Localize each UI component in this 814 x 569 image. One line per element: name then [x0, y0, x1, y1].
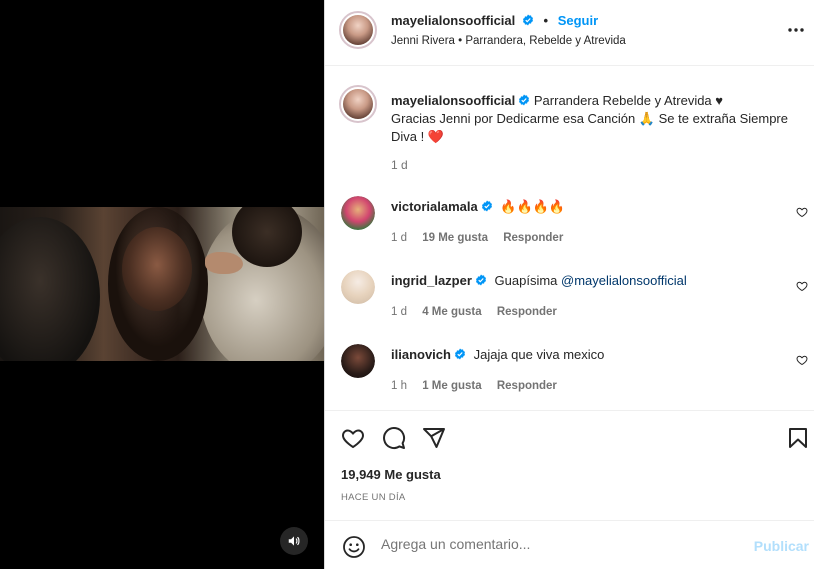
audio-toggle-button[interactable] — [280, 527, 308, 555]
caption-username[interactable]: mayelialonsoofficial — [391, 93, 515, 108]
mention-link[interactable]: @mayelialonsoofficial — [561, 273, 687, 288]
comment-meta: 1 h 1 Me gusta Responder — [391, 380, 557, 392]
comment-row: ilianovich Jajaja que viva mexico — [391, 347, 604, 362]
comment-likes[interactable]: 4 Me gusta — [422, 306, 481, 318]
share-send-icon[interactable] — [422, 426, 446, 450]
comment-time[interactable]: 1 d — [391, 306, 407, 318]
comment-bubble-icon[interactable] — [382, 426, 406, 450]
comment-username[interactable]: ilianovich — [391, 347, 451, 362]
comment-username[interactable]: victorialamala — [391, 199, 478, 214]
comment-like-heart-icon[interactable] — [796, 206, 808, 218]
post-date[interactable]: HACE UN DÍA — [341, 492, 406, 503]
verified-badge-icon — [454, 348, 465, 360]
video-player[interactable] — [0, 0, 324, 569]
comment-time[interactable]: 1 d — [391, 232, 407, 244]
comment-like-heart-icon[interactable] — [796, 354, 808, 366]
reply-button[interactable]: Responder — [497, 380, 557, 392]
reply-button[interactable]: Responder — [503, 232, 563, 244]
comment-text: Jajaja que viva mexico — [473, 347, 605, 362]
like-heart-icon[interactable] — [341, 426, 365, 450]
comment-meta: 1 d 19 Me gusta Responder — [391, 232, 563, 244]
actions-section: 19,949 Me gusta HACE UN DÍA — [325, 410, 814, 520]
emoji-icon[interactable] — [342, 535, 366, 559]
post-header: mayelialonsoofficial • Seguir Jenni Rive… — [325, 0, 814, 66]
more-icon — [788, 28, 804, 32]
comment-text: Guapísima — [494, 273, 562, 288]
audio-link[interactable]: Jenni Rivera • Parrandera, Rebelde y Atr… — [391, 35, 626, 47]
comment-avatar[interactable] — [341, 196, 375, 230]
verified-badge-icon — [481, 200, 492, 212]
speaker-icon — [288, 536, 300, 546]
author-avatar[interactable] — [339, 11, 377, 49]
comment-likes[interactable]: 19 Me gusta — [422, 232, 488, 244]
comment-composer: Publicar — [325, 520, 814, 569]
comment-text: 🔥🔥🔥🔥 — [500, 199, 566, 214]
comment-username[interactable]: ingrid_lazper — [391, 273, 472, 288]
separator-dot: • — [543, 13, 549, 28]
caption-line-1: Parrandera Rebelde y Atrevida ♥ — [533, 93, 723, 108]
post-panel: mayelialonsoofficial • Seguir Jenni Rive… — [324, 0, 814, 569]
comment-time[interactable]: 1 h — [391, 380, 407, 392]
video-figure-face — [122, 227, 192, 311]
comment-input[interactable] — [381, 536, 741, 552]
comment-avatar[interactable] — [341, 344, 375, 378]
verified-badge-icon — [475, 274, 486, 286]
comment-avatar[interactable] — [341, 270, 375, 304]
caption-text: mayelialonsoofficial Parrandera Rebelde … — [391, 92, 811, 146]
video-figure-hand — [205, 252, 243, 274]
more-options-button[interactable] — [787, 22, 805, 41]
verified-badge-icon — [519, 94, 530, 106]
author-username[interactable]: mayelialonsoofficial — [391, 13, 515, 28]
comment-like-heart-icon[interactable] — [796, 280, 808, 292]
follow-button[interactable]: Seguir — [558, 13, 598, 28]
likes-count[interactable]: 19,949 Me gusta — [341, 467, 441, 482]
caption-line-3: Diva ! ❤️ — [391, 129, 445, 144]
header-title-row: mayelialonsoofficial • Seguir — [391, 13, 598, 28]
save-bookmark-icon[interactable] — [786, 426, 810, 450]
video-figure-left — [0, 217, 100, 361]
video-frame[interactable] — [0, 207, 324, 361]
publish-button[interactable]: Publicar — [754, 538, 809, 554]
caption-line-2: Gracias Jenni por Dedicarme esa Canción … — [391, 111, 788, 126]
verified-badge-icon — [522, 14, 533, 26]
comment-row: victorialamala 🔥🔥🔥🔥 — [391, 199, 565, 215]
comment-meta: 1 d 4 Me gusta Responder — [391, 306, 557, 318]
caption-avatar[interactable] — [339, 85, 377, 123]
comment-row: ingrid_lazper Guapísima @mayelialonsooff… — [391, 273, 687, 288]
reply-button[interactable]: Responder — [497, 306, 557, 318]
comment-likes[interactable]: 1 Me gusta — [422, 380, 481, 392]
caption-time[interactable]: 1 d — [391, 158, 408, 172]
